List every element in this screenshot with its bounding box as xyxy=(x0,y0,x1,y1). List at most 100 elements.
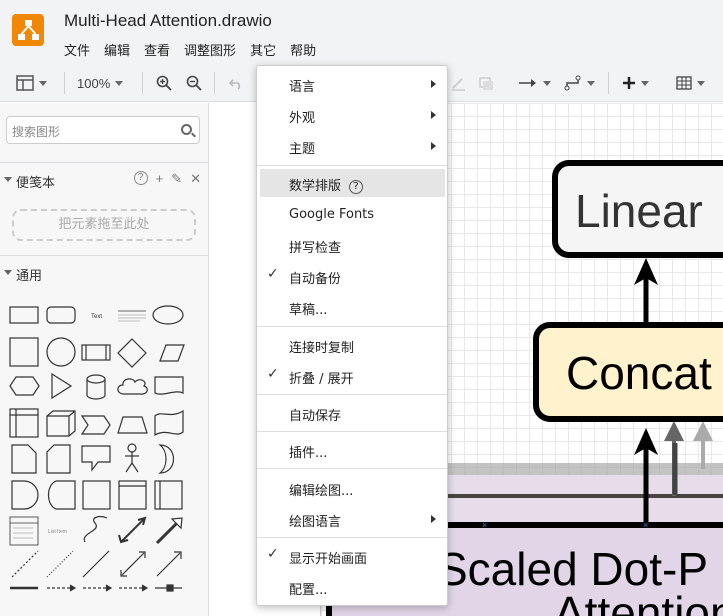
help-icon[interactable]: ? xyxy=(133,171,148,185)
shadow-icon xyxy=(479,77,493,90)
scratchpad-drop-zone[interactable]: 把元素拖至此处 xyxy=(12,209,196,241)
plus-icon xyxy=(623,77,635,89)
waypoints-button[interactable] xyxy=(564,64,595,102)
trapezoid-shape xyxy=(117,416,148,434)
menu-item-autosave[interactable]: 自动保存 xyxy=(257,399,447,427)
collapse-triangle-icon xyxy=(4,177,12,182)
table-icon xyxy=(676,76,692,90)
scratchpad-header[interactable]: 便笺本 ? + ✎ ✕ xyxy=(0,162,209,196)
circle-shape xyxy=(46,337,76,367)
cloud-shape xyxy=(117,378,148,395)
menu-item-collapse-expand[interactable]: ✓ 折叠 / 展开 xyxy=(257,362,447,390)
edit-icon[interactable]: ✎ xyxy=(171,171,182,187)
menu-item-plugins[interactable]: 插件... xyxy=(257,436,447,464)
document-title[interactable]: Multi-Head Attention.drawio xyxy=(64,11,272,31)
menu-extras[interactable]: 其它 xyxy=(250,40,276,59)
link-arrow-shape xyxy=(47,584,77,592)
menu-item-configuration[interactable]: 配置... xyxy=(257,573,447,601)
delay-shape xyxy=(11,480,39,510)
collapse-triangle-icon xyxy=(4,270,12,275)
add-icon[interactable]: + xyxy=(156,171,164,187)
line-color-button[interactable] xyxy=(450,64,466,102)
general-title: 通用 xyxy=(16,269,43,284)
extras-dropdown-menu: 语言 外观 主题 数学排版? Google Fonts 拼写检查 ✓ 自动备份 草… xyxy=(256,65,448,606)
menu-help[interactable]: 帮助 xyxy=(290,40,316,59)
rectangle-shape xyxy=(9,306,39,324)
dashed-arrow-shape xyxy=(83,584,113,592)
general-shapes-palette[interactable]: Text List Item xyxy=(0,295,209,616)
container-shape xyxy=(154,480,183,510)
hexagon-shape xyxy=(9,376,40,396)
connection-style-button[interactable] xyxy=(518,64,551,102)
zoom-in-icon xyxy=(156,75,172,91)
table-button[interactable] xyxy=(676,64,705,102)
linear-stack-band-grey xyxy=(447,463,723,475)
menu-view[interactable]: 查看 xyxy=(144,40,170,59)
triangle-shape xyxy=(51,372,73,400)
bidirectional-arrow-shape xyxy=(118,516,147,544)
dotted-line-shape xyxy=(46,550,74,578)
tape-shape xyxy=(154,409,184,437)
menu-file[interactable]: 文件 xyxy=(64,40,90,59)
help-icon[interactable]: ? xyxy=(349,180,364,194)
callout-shape xyxy=(81,445,111,472)
zoom-dropdown[interactable]: 100% xyxy=(77,64,124,102)
shapes-sidebar: 搜索图形 便笺本 ? + ✎ ✕ 把元素拖至此处 通用 Text List It… xyxy=(0,103,209,616)
arrow-right-icon xyxy=(519,79,536,87)
sdpa-label-line2: Attention xyxy=(554,587,723,616)
search-icon[interactable] xyxy=(181,124,192,135)
actor-shape xyxy=(125,443,139,473)
checkmark-icon: ✓ xyxy=(267,366,279,382)
internal-storage-shape xyxy=(9,408,39,438)
bidirectional-connector-shape xyxy=(120,551,146,577)
dashed-arrow-shape-2 xyxy=(119,584,149,592)
zoom-in-button[interactable] xyxy=(156,64,172,102)
parallelogram-shape xyxy=(159,344,185,362)
insert-button[interactable] xyxy=(622,64,649,102)
close-icon[interactable]: ✕ xyxy=(190,171,201,187)
checkmark-icon: ✓ xyxy=(267,546,279,562)
menu-item-mathematical-typesetting[interactable]: 数学排版? xyxy=(260,169,445,197)
menu-item-show-start-screen[interactable]: ✓ 显示开始画面 xyxy=(257,542,447,570)
list-item-shape: List Item xyxy=(48,529,67,535)
zoom-out-button[interactable] xyxy=(186,64,202,102)
menu-item-theme[interactable]: 主题 xyxy=(257,132,447,160)
menu-item-copy-on-connect[interactable]: 连接时复制 xyxy=(257,331,447,359)
composition-shape xyxy=(155,584,182,592)
format-panel-button[interactable] xyxy=(16,64,47,102)
menu-item-language[interactable]: 语言 xyxy=(257,70,447,98)
menu-item-google-fonts[interactable]: Google Fonts xyxy=(257,201,447,229)
menu-item-autobackup[interactable]: ✓ 自动备份 xyxy=(257,262,447,290)
shadow-button[interactable] xyxy=(478,64,494,102)
process-shape xyxy=(81,344,111,361)
line-shape xyxy=(82,550,110,578)
menu-bar: 文件 编辑 查看 调整图形 其它 帮助 xyxy=(64,40,330,59)
menu-edit[interactable]: 编辑 xyxy=(104,40,130,59)
shape-search-input[interactable]: 搜索图形 xyxy=(6,116,200,144)
ellipse-shape xyxy=(152,305,184,325)
selection-marker: × xyxy=(643,520,648,530)
menu-arrange[interactable]: 调整图形 xyxy=(184,40,236,59)
waypoint-icon xyxy=(564,75,581,91)
menu-item-drafts[interactable]: 草稿... xyxy=(257,293,447,321)
menu-item-diagram-language[interactable]: 绘图语言 xyxy=(257,505,447,533)
submenu-arrow-icon xyxy=(431,515,436,523)
checkmark-icon: ✓ xyxy=(267,266,279,282)
display-shape xyxy=(47,480,76,510)
curve-shape xyxy=(83,516,108,543)
submenu-arrow-icon xyxy=(431,80,436,88)
cylinder-shape xyxy=(86,374,106,400)
zoom-out-icon xyxy=(186,75,202,91)
square-shape-2 xyxy=(82,480,111,510)
arrow-shape xyxy=(155,517,183,545)
attention-stack-band xyxy=(447,475,723,523)
general-header[interactable]: 通用 xyxy=(0,255,209,289)
menu-item-appearance[interactable]: 外观 xyxy=(257,101,447,129)
scratchpad-title: 便笺本 xyxy=(16,176,56,191)
undo-button[interactable] xyxy=(228,64,244,102)
search-placeholder: 搜索图形 xyxy=(12,125,61,139)
menu-item-spellcheck[interactable]: 拼写检查 xyxy=(257,231,447,259)
concat-label: Concat xyxy=(566,347,712,399)
cube-shape xyxy=(46,410,76,437)
menu-item-edit-diagram[interactable]: 编辑绘图... xyxy=(257,474,447,502)
